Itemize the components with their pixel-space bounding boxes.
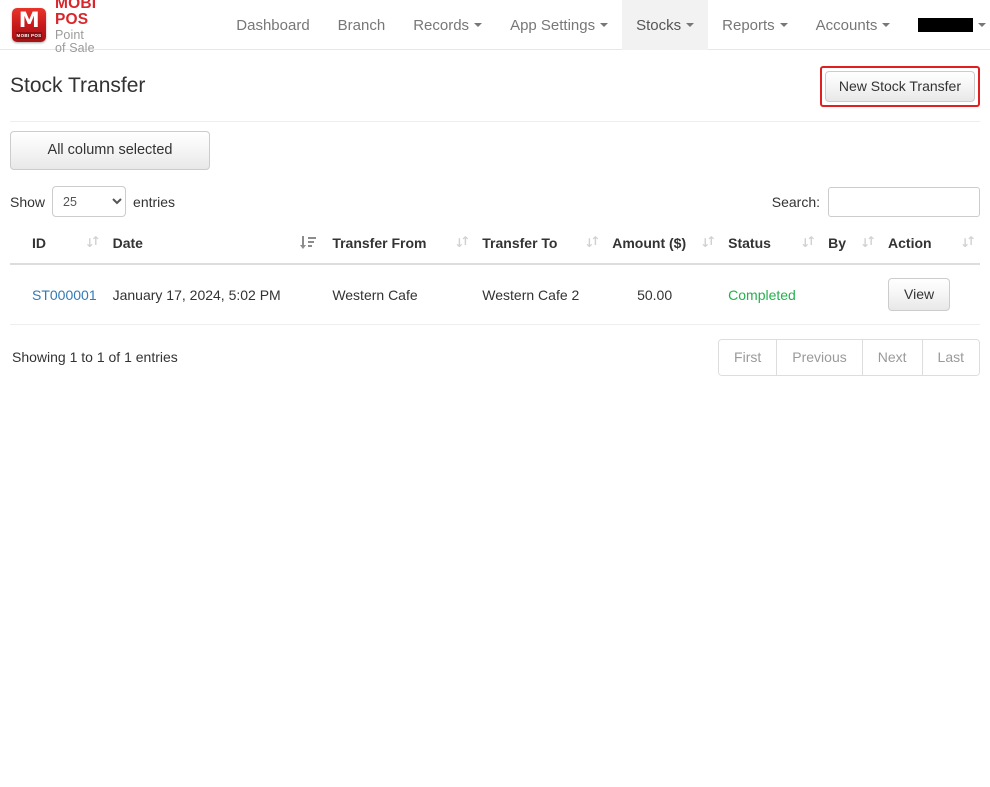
- pagination-last-button[interactable]: Last: [921, 339, 979, 375]
- cell-transfer-from: Western Cafe: [324, 264, 475, 325]
- page-header: Stock Transfer New Stock Transfer: [10, 50, 980, 122]
- entries-per-page-select[interactable]: 10 25 50 100: [52, 186, 127, 218]
- column-label-date: Date: [112, 235, 143, 252]
- brand-name: MOBI POS: [55, 0, 97, 28]
- nav-label-stocks: Stocks: [636, 16, 682, 34]
- top-navbar: M MOBI POS MOBI POS Point of Sale Dashbo…: [0, 0, 990, 54]
- cell-id: ST000001: [10, 264, 105, 325]
- chevron-down-icon: [686, 23, 695, 27]
- column-header-by[interactable]: By ↓ ↑: [820, 227, 881, 266]
- search-input[interactable]: [828, 186, 980, 217]
- chevron-down-icon: [779, 23, 788, 27]
- column-label-status: Status: [728, 235, 771, 252]
- sort-both-icon: ↓ ↑: [454, 234, 471, 251]
- sort-both-icon: ↓ ↑: [84, 234, 101, 251]
- column-header-transfer-from[interactable]: Transfer From ↓ ↑: [324, 227, 475, 266]
- redacted-username: [918, 18, 974, 32]
- new-stock-transfer-button[interactable]: New Stock Transfer: [824, 71, 975, 102]
- cell-date: January 17, 2024, 5:02 PM: [104, 264, 325, 325]
- entries-length-control: Show 10 25 50 100 entries: [10, 186, 176, 218]
- mobipos-logo-icon: M MOBI POS: [12, 8, 46, 42]
- pagination-previous-button[interactable]: Previous: [776, 339, 862, 375]
- column-header-date[interactable]: Date: [104, 227, 325, 266]
- entries-text: entries: [133, 193, 176, 210]
- sort-both-icon: ↓ ↑: [700, 234, 717, 251]
- cell-amount: 50.00: [604, 264, 721, 325]
- nav-item-app-settings[interactable]: App Settings: [496, 0, 622, 50]
- column-label-action: Action: [888, 235, 932, 252]
- cell-by: [820, 264, 881, 325]
- pagination: First Previous Next Last: [718, 338, 980, 376]
- nav-item-stocks[interactable]: Stocks: [622, 0, 709, 50]
- chevron-down-icon: [978, 23, 987, 27]
- pagination-first-button[interactable]: First: [719, 339, 777, 375]
- view-button[interactable]: View: [888, 278, 951, 311]
- nav-item-dashboard[interactable]: Dashboard: [222, 0, 323, 50]
- search-label-text: Search:: [771, 193, 820, 210]
- table-header-row: ID ↓ ↑ Date Transfer From ↓ ↑ Transfer T…: [10, 227, 980, 266]
- main-nav: Dashboard Branch Records App Settings St…: [222, 0, 990, 50]
- column-header-id[interactable]: ID ↓ ↑: [10, 227, 105, 266]
- page-title: Stock Transfer: [10, 74, 146, 98]
- nav-label-records: Records: [413, 16, 470, 34]
- sort-both-icon: ↓ ↑: [800, 234, 817, 251]
- table-head: ID ↓ ↑ Date Transfer From ↓ ↑ Transfer T…: [10, 227, 980, 266]
- cell-action: View: [880, 264, 980, 325]
- column-header-transfer-to[interactable]: Transfer To ↓ ↑: [474, 227, 605, 266]
- logo-letter-m: M: [18, 8, 40, 32]
- stock-transfer-table: ID ↓ ↑ Date Transfer From ↓ ↑ Transfer T…: [10, 227, 980, 325]
- cell-status: Completed: [720, 264, 821, 325]
- search-label: Search:: [771, 186, 980, 217]
- show-text: Show: [10, 193, 46, 210]
- nav-label-app-settings: App Settings: [510, 16, 596, 34]
- table-body: ST000001 January 17, 2024, 5:02 PM Weste…: [10, 264, 980, 325]
- sort-both-icon: ↓ ↑: [960, 234, 977, 251]
- chevron-down-icon: [882, 23, 891, 27]
- column-label-transfer-from: Transfer From: [332, 235, 427, 252]
- stock-transfer-id-link[interactable]: ST000001: [32, 287, 97, 303]
- datatable-controls: Show 10 25 50 100 entries Search:: [10, 182, 980, 227]
- sort-descending-icon: [300, 235, 317, 251]
- pagination-next-button[interactable]: Next: [861, 339, 922, 375]
- nav-label-accounts: Accounts: [815, 16, 878, 34]
- nav-item-reports[interactable]: Reports: [708, 0, 802, 50]
- search-control: Search:: [771, 186, 980, 217]
- column-label-by: By: [828, 235, 847, 252]
- column-header-amount[interactable]: Amount ($) ↓ ↑: [604, 227, 721, 266]
- column-label-transfer-to: Transfer To: [482, 235, 558, 252]
- brand-text: MOBI POS Point of Sale: [55, 0, 96, 54]
- nav-item-records[interactable]: Records: [399, 0, 496, 50]
- all-column-selected-button[interactable]: All column selected: [10, 130, 210, 171]
- column-selector-row: All column selected: [10, 122, 980, 182]
- brand-tagline: Point of Sale: [55, 28, 95, 55]
- column-label-id: ID: [32, 235, 46, 252]
- new-stock-transfer-highlight: New Stock Transfer: [819, 66, 980, 107]
- column-header-action[interactable]: Action ↓ ↑: [880, 227, 980, 266]
- table-row: ST000001 January 17, 2024, 5:02 PM Weste…: [10, 264, 980, 325]
- logo-badge-text: MOBI POS: [16, 32, 42, 39]
- nav-label-dashboard: Dashboard: [236, 16, 310, 34]
- nav-item-accounts[interactable]: Accounts: [802, 0, 905, 50]
- nav-label-reports: Reports: [722, 16, 775, 34]
- sort-both-icon: ↓ ↑: [584, 234, 601, 251]
- cell-transfer-to: Western Cafe 2: [474, 264, 605, 325]
- nav-label-branch: Branch: [337, 16, 386, 34]
- entries-length-label: Show 10 25 50 100 entries: [10, 186, 176, 218]
- sort-both-icon: ↓ ↑: [860, 234, 877, 251]
- status-badge: Completed: [728, 286, 796, 303]
- datatable-footer: Showing 1 to 1 of 1 entries First Previo…: [10, 325, 980, 376]
- chevron-down-icon: [474, 23, 483, 27]
- column-label-amount: Amount ($): [612, 235, 687, 252]
- nav-item-user-account[interactable]: [904, 0, 990, 50]
- entries-info: Showing 1 to 1 of 1 entries: [12, 349, 178, 366]
- page-container: Stock Transfer New Stock Transfer All co…: [0, 50, 990, 376]
- nav-item-branch[interactable]: Branch: [324, 0, 400, 50]
- column-header-status[interactable]: Status ↓ ↑: [720, 227, 821, 266]
- chevron-down-icon: [600, 23, 609, 27]
- brand-logo-link[interactable]: M MOBI POS MOBI POS Point of Sale: [0, 0, 106, 54]
